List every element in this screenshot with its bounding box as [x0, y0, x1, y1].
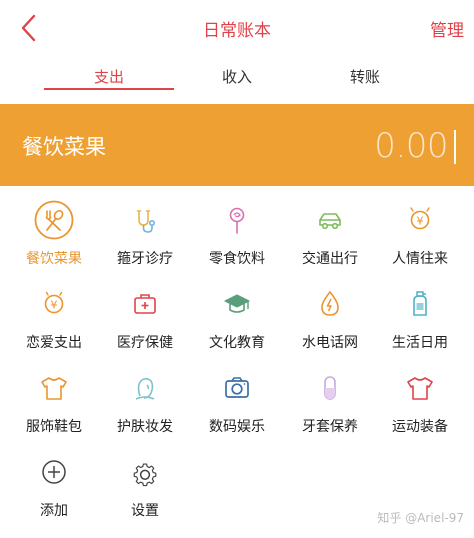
category-sports[interactable]: 运动装备 [373, 364, 467, 448]
category-label: 恋爱支出 [26, 335, 82, 351]
medical-kit-icon [125, 284, 165, 324]
category-snacks[interactable]: 零食饮料 [190, 196, 284, 280]
watermark: 知乎 @Ariel-97 [377, 511, 464, 525]
category-label: 数码娱乐 [209, 419, 265, 435]
category-skincare[interactable]: 护肤妆发 [98, 364, 192, 448]
stethoscope-icon [125, 200, 165, 240]
category-label: 医疗保健 [117, 335, 173, 351]
category-label: 设置 [131, 503, 159, 519]
tshirt-icon [34, 368, 74, 408]
camera-icon [217, 368, 257, 408]
category-dining[interactable]: 餐饮菜果 [7, 196, 101, 280]
category-utilities[interactable]: 水电话网 [283, 280, 377, 364]
category-clothing[interactable]: 服饰鞋包 [7, 364, 101, 448]
lightning-drop-icon [310, 284, 350, 324]
capsule-icon [310, 368, 350, 408]
category-medical[interactable]: 医疗保健 [98, 280, 192, 364]
svg-text:¥: ¥ [417, 215, 424, 228]
page-title: 日常账本 [203, 21, 271, 41]
type-tabs: 支出 收入 转账 [0, 56, 474, 104]
category-label: 餐饮菜果 [26, 251, 82, 267]
gear-icon [125, 452, 165, 492]
svg-text:¥: ¥ [51, 299, 58, 312]
category-label: 服饰鞋包 [26, 419, 82, 435]
tab-expense[interactable]: 支出 [44, 66, 174, 102]
input-caret [454, 130, 456, 164]
manage-button[interactable]: 管理 [430, 16, 464, 41]
category-label: 生活日用 [392, 335, 448, 351]
tab-indicator [44, 88, 174, 90]
bottle-icon [400, 284, 440, 324]
add-circle-icon [34, 452, 74, 492]
category-label: 水电话网 [302, 335, 358, 351]
category-label: 交通出行 [302, 251, 358, 267]
category-label: 零食饮料 [209, 251, 265, 267]
lollipop-icon [217, 200, 257, 240]
category-label: 添加 [40, 503, 68, 519]
category-digital[interactable]: 数码娱乐 [190, 364, 284, 448]
car-icon [310, 200, 350, 240]
category-label: 护肤妆发 [117, 419, 173, 435]
add-category-button[interactable]: 添加 [7, 448, 101, 532]
tab-transfer[interactable]: 转账 [300, 66, 430, 102]
category-transport[interactable]: 交通出行 [283, 196, 377, 280]
selected-category-name: 餐饮菜果 [22, 135, 106, 159]
sport-shirt-icon [400, 368, 440, 408]
gift-money-icon: ¥ [400, 200, 440, 240]
nav-bar: 日常账本 管理 [0, 0, 474, 56]
category-label: 箍牙诊疗 [117, 251, 173, 267]
category-education[interactable]: 文化教育 [190, 280, 284, 364]
category-label: 牙套保养 [302, 419, 358, 435]
settings-button[interactable]: 设置 [98, 448, 192, 532]
category-label: 人情往来 [392, 251, 448, 267]
tab-income[interactable]: 收入 [172, 66, 302, 102]
love-money-icon: ¥ [34, 284, 74, 324]
category-gifts[interactable]: ¥ 人情往来 [373, 196, 467, 280]
face-icon [125, 368, 165, 408]
category-braces-care[interactable]: 牙套保养 [283, 364, 377, 448]
category-dating[interactable]: ¥ 恋爱支出 [7, 280, 101, 364]
fork-spoon-icon [34, 200, 74, 240]
category-daily-goods[interactable]: 生活日用 [373, 280, 467, 364]
amount-bar[interactable]: 餐饮菜果 0.00 [0, 104, 474, 186]
category-label: 运动装备 [392, 419, 448, 435]
category-label: 文化教育 [209, 335, 265, 351]
graduation-cap-icon [217, 284, 257, 324]
amount-input[interactable]: 0.00 [374, 126, 448, 166]
category-braces-clinic[interactable]: 箍牙诊疗 [98, 196, 192, 280]
